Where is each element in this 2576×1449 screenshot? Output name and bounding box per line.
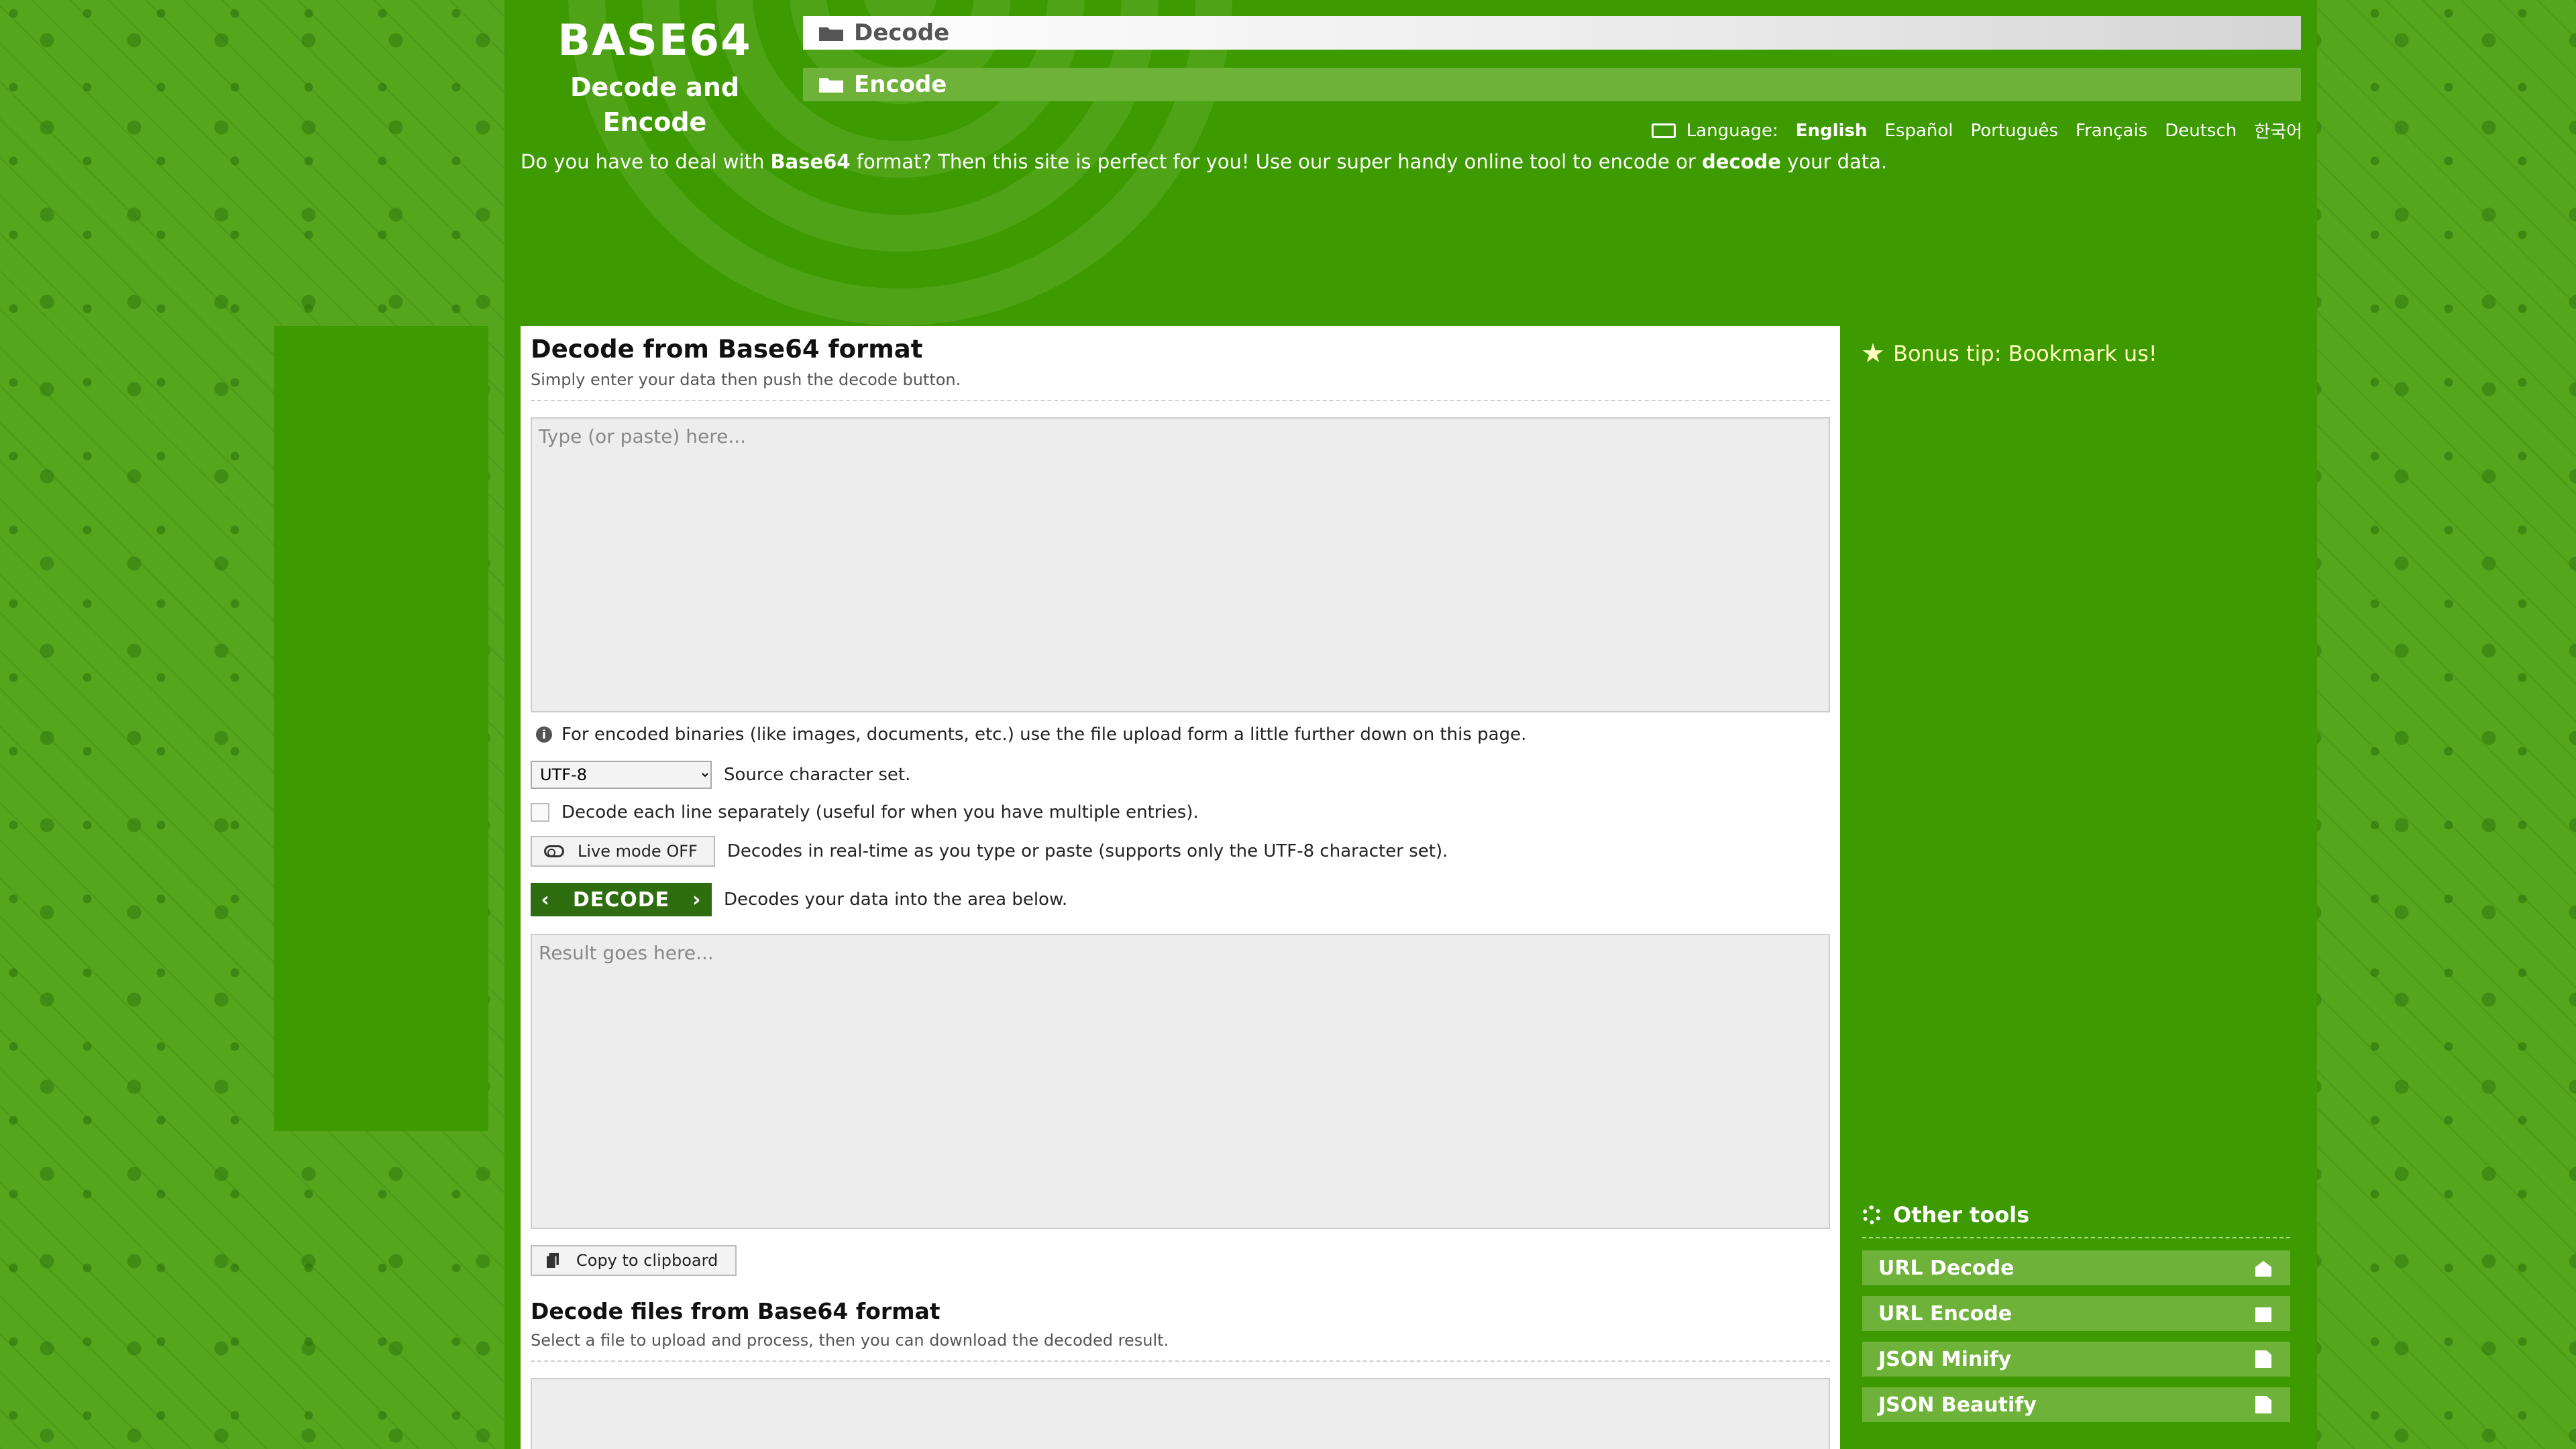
tool-url-encode[interactable]: URL Encode	[1862, 1296, 2290, 1331]
divider	[531, 400, 1830, 401]
gear-icon	[1862, 1205, 1881, 1224]
language-option-deutsch[interactable]: Deutsch	[2165, 121, 2237, 141]
file-icon	[2255, 1350, 2271, 1368]
live-mode-row: Live mode OFF Decodes in real-time as yo…	[531, 836, 1830, 867]
language-option-francais[interactable]: Français	[2076, 121, 2147, 141]
language-selector: Language: English Español Português Fran…	[1651, 118, 2302, 143]
live-mode-button[interactable]: Live mode OFF	[531, 836, 715, 867]
tool-label: JSON Minify	[1878, 1347, 2012, 1371]
envelope-icon	[2255, 1307, 2271, 1322]
chevron-left-icon: ‹	[541, 888, 550, 912]
intro-part-1: Do you have to deal with	[521, 150, 771, 173]
tool-json-beautify[interactable]: JSON Beautify	[1862, 1387, 2290, 1422]
file-decode-title: Decode files from Base64 format	[531, 1298, 941, 1324]
each-line-checkbox[interactable]	[531, 803, 549, 822]
bonus-tip: Bonus tip: Bookmark us!	[1862, 341, 2157, 366]
nav-encode[interactable]: Encode	[803, 68, 2301, 101]
decode-title: Decode from Base64 format	[531, 335, 923, 364]
language-option-portugues[interactable]: Português	[1971, 121, 2059, 141]
divider	[531, 1360, 1830, 1362]
toggle-icon	[544, 845, 564, 857]
site-container: BASE64 Decode and Encode Decode Encode L…	[504, 0, 2317, 1449]
intro-bold-base64: Base64	[770, 150, 851, 173]
nav-decode[interactable]: Decode	[803, 16, 2301, 50]
tool-label: JSON Beautify	[1878, 1393, 2037, 1417]
star-icon	[1862, 343, 1884, 363]
binary-note-text: For encoded binaries (like images, docum…	[561, 724, 1527, 745]
binary-note: i For encoded binaries (like images, doc…	[531, 724, 1830, 745]
left-ad-area	[274, 326, 488, 1131]
copy-icon	[547, 1253, 559, 1268]
each-line-label: Decode each line separately (useful for …	[561, 802, 1199, 822]
tool-label: URL Encode	[1878, 1301, 2012, 1326]
decode-button[interactable]: ‹ DECODE ›	[531, 883, 712, 916]
intro-part-2: format? Then this site is perfect for yo…	[850, 150, 1702, 173]
tool-label: URL Decode	[1878, 1256, 2015, 1280]
tool-url-decode[interactable]: URL Decode	[1862, 1250, 2290, 1285]
bonus-tip-text: Bonus tip: Bookmark us!	[1893, 341, 2157, 366]
language-label: Language:	[1686, 120, 1778, 141]
other-tools-title: Other tools	[1893, 1202, 2030, 1228]
file-upload-area[interactable]	[531, 1378, 1830, 1449]
chevron-right-icon: ›	[692, 888, 702, 912]
charset-select[interactable]: UTF-8	[531, 761, 712, 789]
site-logo[interactable]: BASE64 Decode and Encode	[521, 16, 789, 140]
intro-bold-decode: decode	[1702, 150, 1781, 173]
each-line-row: Decode each line separately (useful for …	[531, 802, 1830, 822]
other-tools-heading: Other tools	[1862, 1202, 2290, 1228]
brand-subtitle: Decode and Encode	[570, 72, 740, 137]
intro-text: Do you have to deal with Base64 format? …	[521, 150, 1887, 173]
folder-open-icon	[819, 27, 843, 41]
decode-description: Decodes your data into the area below.	[724, 890, 1068, 910]
tool-json-minify[interactable]: JSON Minify	[1862, 1342, 2290, 1377]
language-option-korean[interactable]: 한국어	[2254, 118, 2302, 143]
language-option-english[interactable]: English	[1796, 121, 1868, 141]
live-mode-label: Live mode OFF	[578, 842, 698, 861]
folder-icon	[819, 78, 843, 93]
nav-decode-label: Decode	[854, 19, 950, 46]
input-textarea[interactable]	[531, 417, 1830, 712]
language-option-espanol[interactable]: Español	[1884, 121, 1953, 141]
result-textarea[interactable]	[531, 934, 1830, 1229]
nav-encode-label: Encode	[854, 71, 947, 98]
copy-row: Copy to clipboard	[531, 1245, 1830, 1276]
decode-button-label: DECODE	[572, 888, 670, 912]
file-decode-subtitle: Select a file to upload and process, the…	[531, 1331, 1169, 1350]
envelope-open-icon	[2255, 1260, 2271, 1277]
language-icon	[1651, 123, 1676, 138]
live-mode-description: Decodes in real-time as you type or past…	[727, 841, 1448, 861]
file-icon	[2255, 1396, 2271, 1413]
info-icon: i	[536, 727, 552, 743]
charset-label: Source character set.	[724, 765, 911, 785]
brand-title: BASE64	[557, 16, 752, 66]
other-tools-panel: Other tools URL Decode URL Encode JSON M…	[1862, 1202, 2290, 1433]
copy-button-label: Copy to clipboard	[576, 1251, 718, 1270]
decode-row: ‹ DECODE › Decodes your data into the ar…	[531, 883, 1830, 916]
charset-row: UTF-8 Source character set.	[531, 761, 1830, 789]
decode-subtitle: Simply enter your data then push the dec…	[531, 370, 961, 389]
intro-part-3: your data.	[1780, 150, 1888, 173]
copy-to-clipboard-button[interactable]: Copy to clipboard	[531, 1245, 737, 1276]
divider	[1862, 1237, 2290, 1238]
decode-card: Decode from Base64 format Simply enter y…	[521, 326, 1840, 1449]
